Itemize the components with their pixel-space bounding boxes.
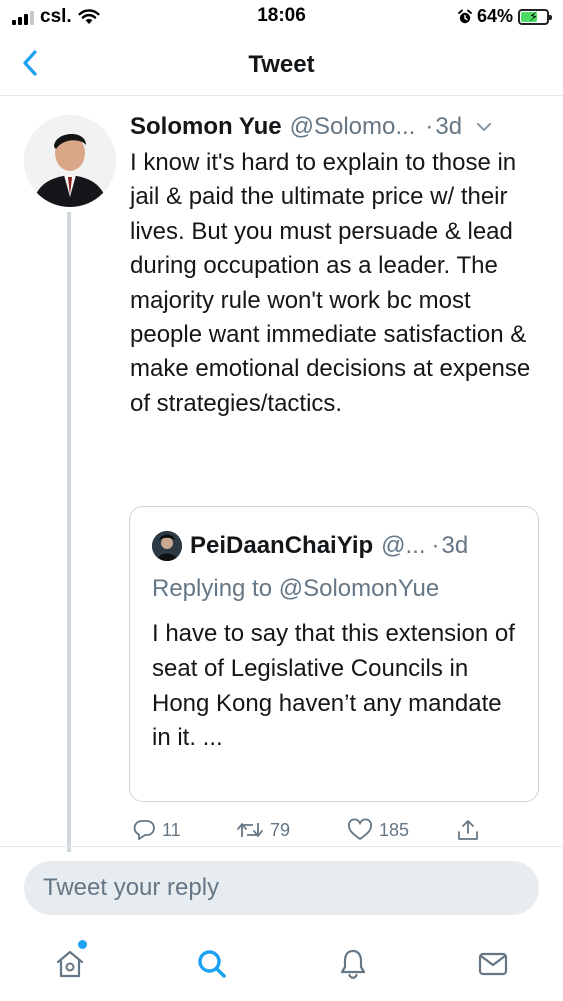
tab-search[interactable] bbox=[192, 944, 232, 984]
reply-icon bbox=[133, 820, 155, 840]
reply-count: 11 bbox=[162, 819, 181, 840]
retweet-button[interactable]: 79 bbox=[236, 818, 290, 842]
tab-messages[interactable] bbox=[473, 944, 513, 984]
like-count: 185 bbox=[379, 819, 410, 840]
quoted-author-photo-icon bbox=[152, 531, 182, 561]
share-button[interactable] bbox=[456, 818, 480, 842]
tab-home[interactable] bbox=[50, 944, 90, 984]
battery-percent: 64% bbox=[476, 6, 513, 26]
page-title: Tweet bbox=[248, 51, 315, 78]
author-handle[interactable]: @Solomo... bbox=[290, 113, 416, 141]
quoted-author-avatar bbox=[152, 531, 182, 561]
quoted-tweet-header: PeiDaanChaiYip @... · 3d bbox=[152, 531, 468, 561]
reply-bar: Tweet your reply bbox=[0, 846, 563, 930]
home-icon bbox=[56, 950, 84, 978]
author-photo-icon bbox=[24, 115, 116, 207]
tweet-header: Solomon Yue @Solomo... · 3d bbox=[130, 110, 545, 144]
reply-button[interactable]: 11 bbox=[132, 818, 181, 842]
quoted-tweet[interactable]: PeiDaanChaiYip @... · 3d Replying to @So… bbox=[129, 506, 539, 802]
quoted-tweet-text: I have to say that this extension of sea… bbox=[152, 620, 515, 752]
bottom-tab-bar bbox=[0, 930, 563, 1001]
mail-icon bbox=[478, 952, 508, 976]
bell-icon bbox=[340, 949, 366, 979]
tweet-text: I know it's hard to explain to those in … bbox=[130, 149, 531, 417]
heart-icon bbox=[348, 818, 372, 840]
quoted-separator-dot: · bbox=[431, 532, 440, 559]
retweet-count: 79 bbox=[270, 819, 291, 840]
search-icon bbox=[198, 950, 226, 978]
reply-input[interactable]: Tweet your reply bbox=[24, 861, 539, 915]
battery-icon: ⚡ bbox=[518, 8, 552, 25]
status-bar: csl. 18:06 64% ⚡ bbox=[0, 0, 563, 34]
tweet-actions: 11 79 185 bbox=[130, 812, 550, 848]
quoted-tweet-timestamp: 3d bbox=[441, 532, 469, 559]
replying-to-label: Replying to @SolomonYue bbox=[152, 575, 440, 602]
like-button[interactable]: 185 bbox=[347, 818, 409, 842]
navigation-bar: Tweet bbox=[0, 34, 563, 96]
quoted-author-name: PeiDaanChaiYip bbox=[190, 532, 374, 559]
charging-bolt-icon: ⚡ bbox=[529, 8, 539, 24]
share-icon bbox=[458, 820, 478, 840]
quoted-author-handle: @... bbox=[381, 532, 426, 559]
tweet-timestamp: 3d bbox=[435, 113, 463, 140]
home-notification-dot bbox=[78, 940, 87, 949]
author-avatar[interactable] bbox=[24, 115, 116, 207]
alarm-icon bbox=[458, 9, 472, 23]
tab-notifications[interactable] bbox=[333, 944, 373, 984]
separator-dot: · bbox=[425, 113, 434, 140]
author-name[interactable]: Solomon Yue bbox=[130, 113, 282, 141]
chevron-down-icon[interactable] bbox=[476, 122, 492, 132]
retweet-icon bbox=[237, 823, 263, 837]
thread-connector-line bbox=[67, 212, 71, 852]
